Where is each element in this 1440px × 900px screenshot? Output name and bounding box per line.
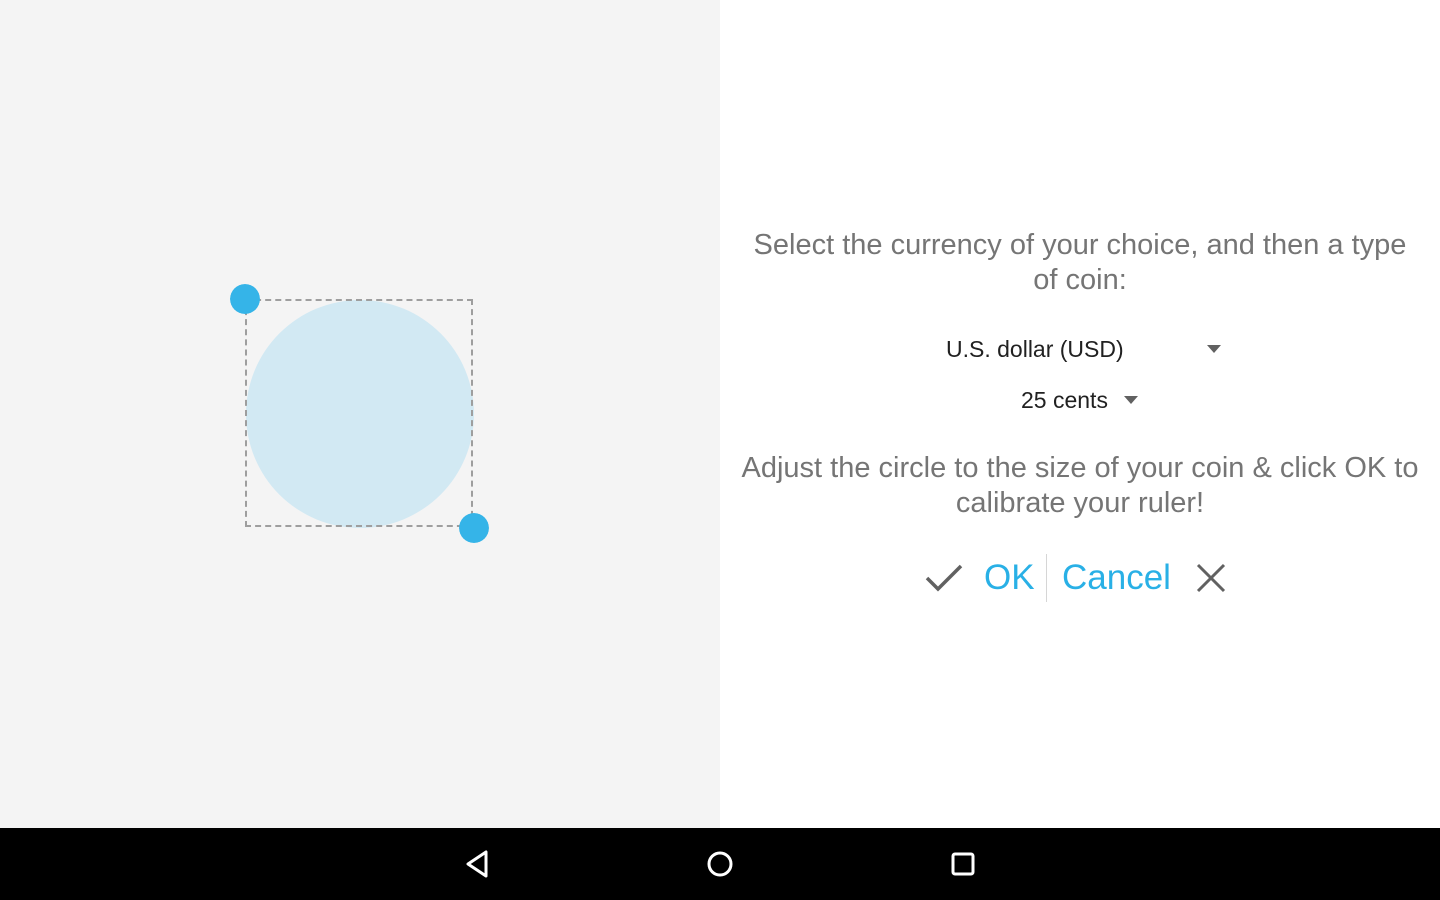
resize-bounding-box — [245, 299, 473, 527]
recents-button[interactable] — [945, 846, 981, 882]
currency-dropdown-value: U.S. dollar (USD) — [946, 335, 1124, 362]
currency-instruction: Select the currency of your choice, and … — [753, 229, 1407, 296]
navigation-bar — [0, 828, 1440, 900]
home-button[interactable] — [702, 846, 738, 882]
calibration-canvas[interactable] — [0, 0, 720, 828]
action-bar: OK Cancel — [720, 552, 1440, 604]
resize-handle-top-left[interactable] — [230, 284, 260, 314]
check-icon — [925, 564, 963, 592]
home-icon — [707, 851, 733, 877]
action-divider — [1046, 554, 1047, 602]
cancel-label: Cancel — [1062, 558, 1171, 597]
settings-panel: Select the currency of your choice, and … — [720, 0, 1440, 828]
ok-label: OK — [984, 558, 1035, 597]
resize-handle-bottom-right[interactable] — [459, 513, 489, 543]
back-icon — [466, 850, 488, 878]
adjust-instruction: Adjust the circle to the size of your co… — [741, 452, 1419, 519]
ok-button[interactable]: OK — [924, 552, 1035, 604]
coin-dropdown[interactable]: 25 cents — [1021, 384, 1138, 416]
calibration-screen: Select the currency of your choice, and … — [0, 0, 1440, 900]
cancel-button[interactable]: Cancel — [1062, 552, 1227, 604]
close-icon — [1196, 563, 1226, 593]
back-button[interactable] — [460, 846, 496, 882]
coin-dropdown-value: 25 cents — [1021, 386, 1108, 413]
dropdown-arrow-icon — [1206, 345, 1221, 353]
recents-icon — [951, 852, 975, 876]
dropdown-arrow-icon — [1123, 396, 1138, 404]
currency-dropdown[interactable]: U.S. dollar (USD) — [946, 333, 1221, 365]
